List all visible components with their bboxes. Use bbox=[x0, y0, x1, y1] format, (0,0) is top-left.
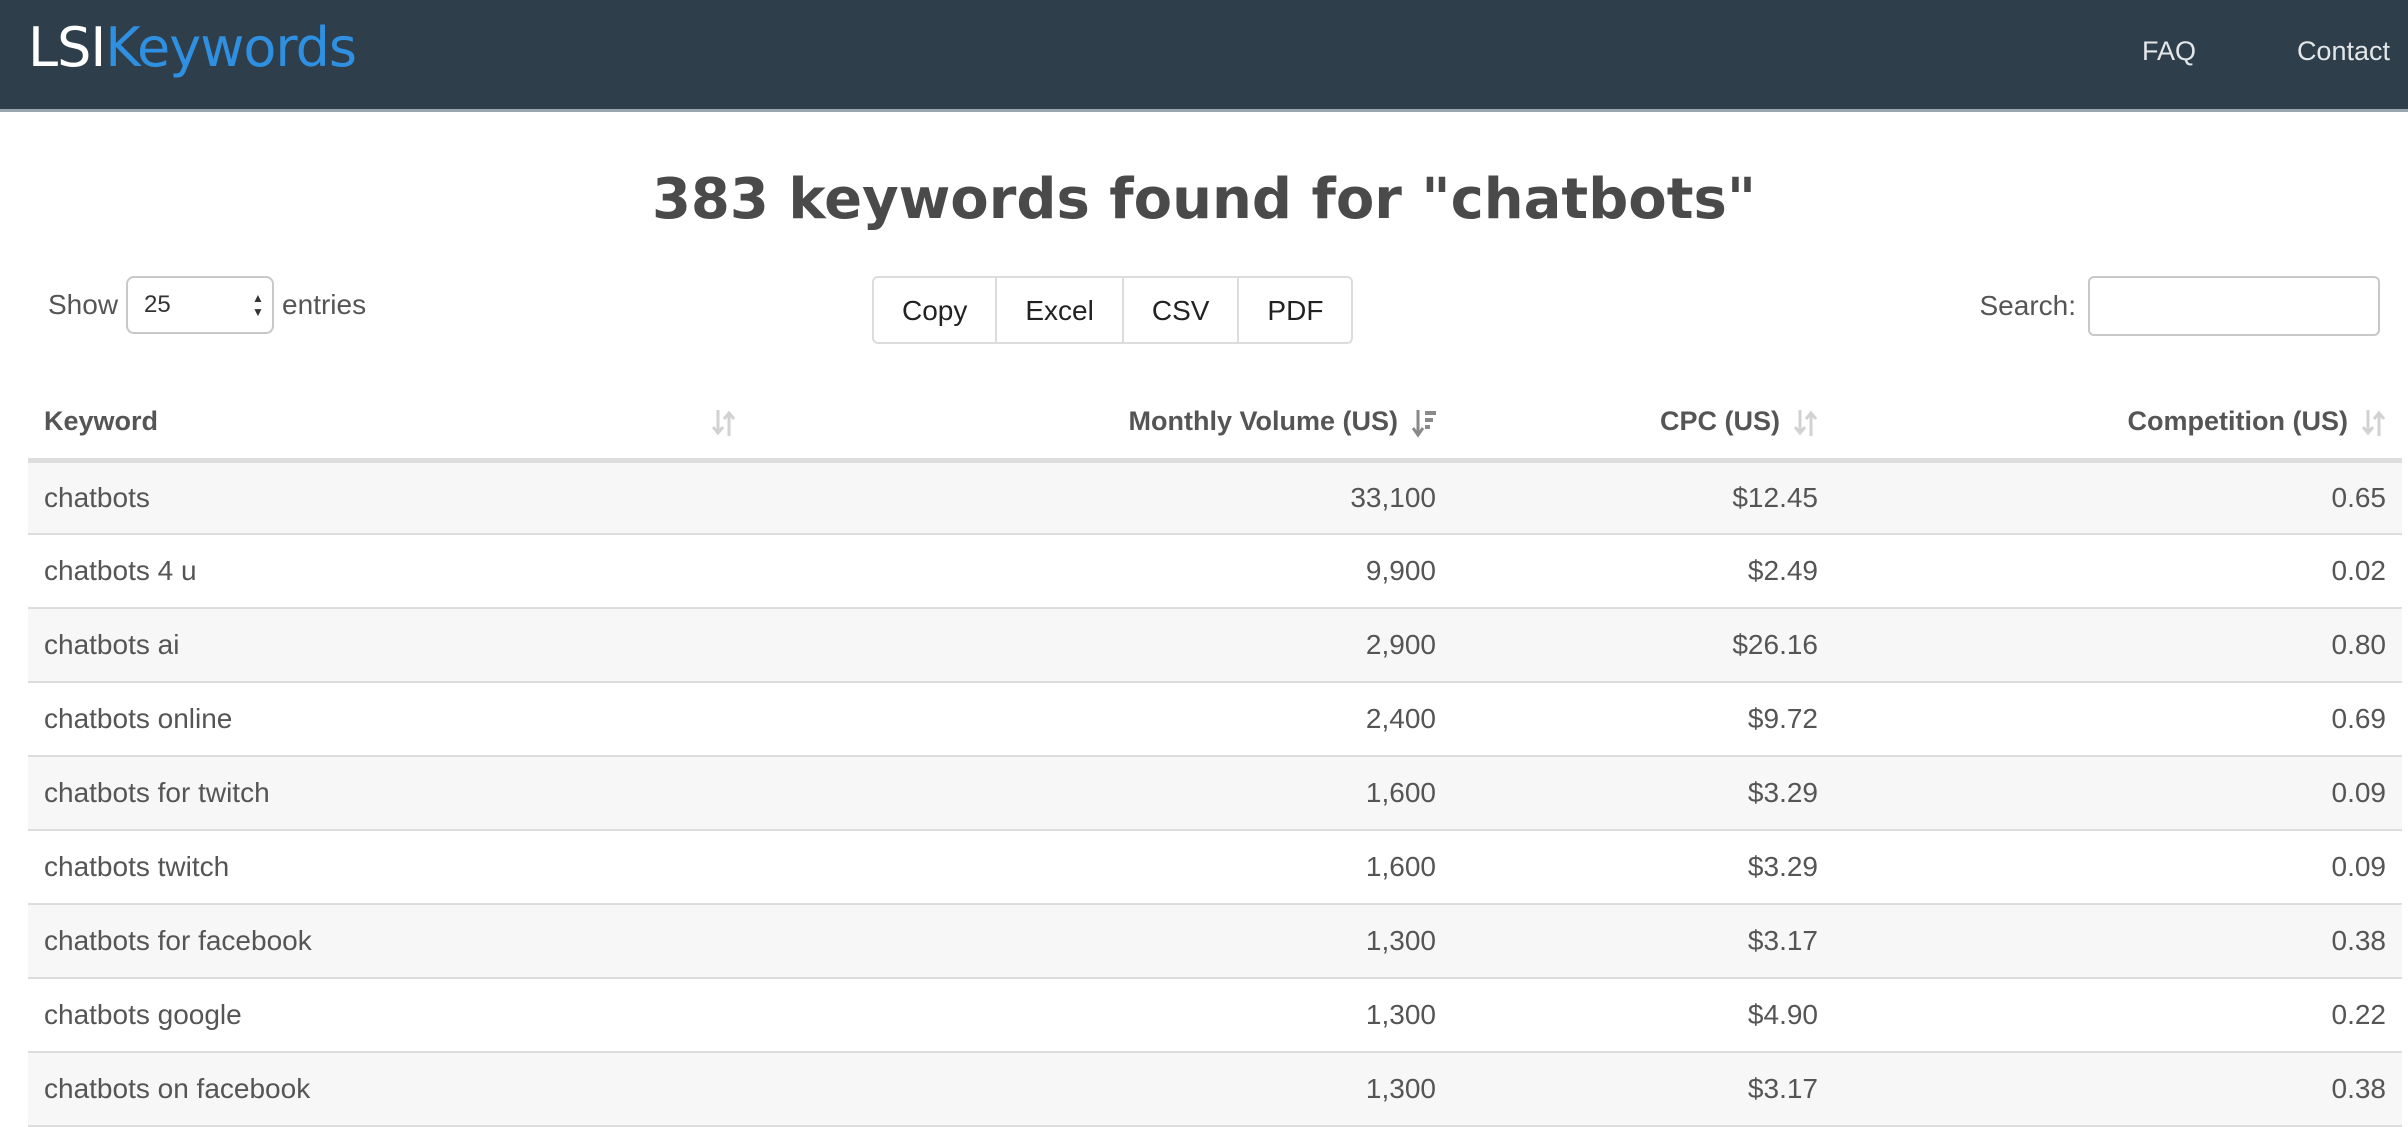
table-row: chatbots twitch 1,600 $3.29 0.09 bbox=[28, 830, 2402, 905]
cell-keyword: chatbots twitch bbox=[28, 830, 754, 905]
cell-competition: 0.65 bbox=[1834, 460, 2402, 535]
cell-keyword: chatbots for facebook bbox=[28, 904, 754, 979]
cell-cpc: $3.29 bbox=[1452, 756, 1834, 831]
header-cpc[interactable]: CPC (US) bbox=[1452, 386, 1834, 463]
nav-faq-link[interactable]: FAQ bbox=[2142, 31, 2196, 71]
sort-both-icon bbox=[1794, 409, 1818, 436]
cell-keyword: chatbots for twitch bbox=[28, 756, 754, 831]
cell-volume: 9,900 bbox=[754, 534, 1452, 609]
cell-cpc: $3.29 bbox=[1452, 830, 1834, 905]
search-label: Search: bbox=[1979, 290, 2077, 321]
cell-volume: 1,600 bbox=[754, 756, 1452, 831]
cell-competition: 0.09 bbox=[1834, 756, 2402, 831]
cell-competition: 0.80 bbox=[1834, 608, 2402, 683]
sort-desc-icon bbox=[1412, 409, 1436, 438]
cell-volume: 33,100 bbox=[754, 460, 1452, 535]
table-search: Search: bbox=[1979, 276, 2380, 336]
entries-select[interactable]: 25 ▲ ▼ bbox=[126, 276, 275, 334]
header-competition-label: Competition (US) bbox=[2127, 405, 2348, 436]
table-header-row: Keyword Monthly Volume (US) CPC (US) Com… bbox=[28, 386, 2402, 463]
table-row: chatbots 33,100 $12.45 0.65 bbox=[28, 460, 2402, 535]
excel-button[interactable]: Excel bbox=[995, 276, 1124, 344]
top-navbar: LSIKeywords FAQ Contact bbox=[0, 0, 2408, 112]
cell-competition: 0.02 bbox=[1834, 534, 2402, 609]
cell-cpc: $4.90 bbox=[1452, 978, 1834, 1053]
keywords-table: Keyword Monthly Volume (US) CPC (US) Com… bbox=[28, 386, 2402, 1127]
cell-volume: 1,300 bbox=[754, 904, 1452, 979]
brand-lsi-text: LSI bbox=[28, 16, 106, 79]
cell-volume: 2,900 bbox=[754, 608, 1452, 683]
table-row: chatbots for twitch 1,600 $3.29 0.09 bbox=[28, 756, 2402, 831]
cell-cpc: $9.72 bbox=[1452, 682, 1834, 757]
cell-keyword: chatbots on facebook bbox=[28, 1052, 754, 1127]
cell-competition: 0.09 bbox=[1834, 830, 2402, 905]
search-input[interactable] bbox=[2088, 276, 2380, 336]
select-spinner-icon: ▲ ▼ bbox=[252, 291, 264, 319]
cell-competition: 0.22 bbox=[1834, 978, 2402, 1053]
table-row: chatbots 4 u 9,900 $2.49 0.02 bbox=[28, 534, 2402, 609]
pdf-button[interactable]: PDF bbox=[1237, 276, 1354, 344]
csv-button[interactable]: CSV bbox=[1121, 276, 1240, 344]
cell-cpc: $3.17 bbox=[1452, 904, 1834, 979]
export-button-group: Copy Excel CSV PDF bbox=[872, 276, 1354, 344]
sort-both-icon bbox=[2362, 409, 2386, 436]
header-keyword-label: Keyword bbox=[44, 406, 159, 437]
header-keyword[interactable]: Keyword bbox=[28, 386, 754, 463]
cell-volume: 1,600 bbox=[754, 830, 1452, 905]
brand-keywords-text: Keywords bbox=[105, 16, 357, 79]
cell-competition: 0.38 bbox=[1834, 904, 2402, 979]
table-row: chatbots ai 2,900 $26.16 0.80 bbox=[28, 608, 2402, 683]
entries-length-control: Show 25 ▲ ▼ entries bbox=[48, 276, 366, 334]
cell-volume: 1,300 bbox=[754, 1052, 1452, 1127]
entries-label: entries bbox=[282, 289, 367, 320]
header-cpc-label: CPC (US) bbox=[1660, 405, 1780, 436]
header-competition[interactable]: Competition (US) bbox=[1834, 386, 2402, 463]
cell-cpc: $26.16 bbox=[1452, 608, 1834, 683]
cell-keyword: chatbots online bbox=[28, 682, 754, 757]
cell-competition: 0.69 bbox=[1834, 682, 2402, 757]
sort-both-icon bbox=[712, 410, 736, 436]
entries-select-value: 25 bbox=[144, 291, 171, 318]
cell-volume: 2,400 bbox=[754, 682, 1452, 757]
show-label: Show bbox=[48, 289, 119, 320]
cell-cpc: $2.49 bbox=[1452, 534, 1834, 609]
cell-cpc: $12.45 bbox=[1452, 460, 1834, 535]
nav-contact-link[interactable]: Contact bbox=[2297, 31, 2390, 71]
cell-keyword: chatbots google bbox=[28, 978, 754, 1053]
copy-button[interactable]: Copy bbox=[872, 276, 998, 344]
table-row: chatbots online 2,400 $9.72 0.69 bbox=[28, 682, 2402, 757]
cell-competition: 0.38 bbox=[1834, 1052, 2402, 1127]
cell-keyword: chatbots 4 u bbox=[28, 534, 754, 609]
cell-keyword: chatbots bbox=[28, 460, 754, 535]
header-volume-label: Monthly Volume (US) bbox=[1128, 405, 1399, 436]
table-row: chatbots google 1,300 $4.90 0.22 bbox=[28, 978, 2402, 1053]
cell-keyword: chatbots ai bbox=[28, 608, 754, 683]
cell-cpc: $3.17 bbox=[1452, 1052, 1834, 1127]
page-title: 383 keywords found for "chatbots" bbox=[651, 167, 1757, 232]
brand-logo[interactable]: LSIKeywords bbox=[28, 16, 357, 79]
table-row: chatbots for facebook 1,300 $3.17 0.38 bbox=[28, 904, 2402, 979]
header-monthly-volume[interactable]: Monthly Volume (US) bbox=[754, 386, 1452, 463]
cell-volume: 1,300 bbox=[754, 978, 1452, 1053]
table-row: chatbots on facebook 1,300 $3.17 0.38 bbox=[28, 1052, 2402, 1127]
